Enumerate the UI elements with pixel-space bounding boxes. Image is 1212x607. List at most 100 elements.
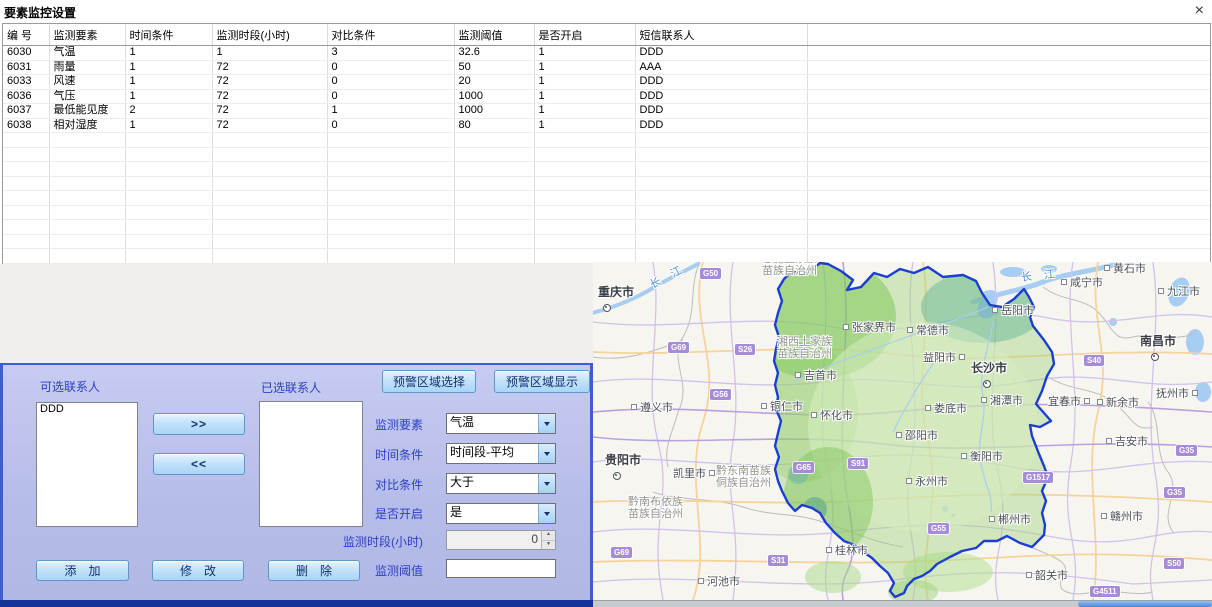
table-row[interactable]: 6038相对湿度1720801DDD: [3, 118, 1210, 133]
empty-table-row: [3, 205, 1210, 220]
table-cell[interactable]: 气温: [49, 46, 125, 61]
column-header[interactable]: 时间条件: [125, 24, 212, 46]
element-select[interactable]: 气温: [446, 413, 556, 434]
available-contacts-list[interactable]: DDD: [36, 402, 138, 527]
table-cell[interactable]: 1: [534, 46, 635, 61]
chevron-down-icon[interactable]: [538, 474, 555, 493]
empty-cell: [635, 191, 807, 206]
warning-area-display-button[interactable]: 预警区域显示: [494, 370, 590, 393]
column-header[interactable]: 是否开启: [534, 24, 635, 46]
table-cell[interactable]: 相对湿度: [49, 118, 125, 133]
table-cell[interactable]: 1: [212, 46, 327, 61]
empty-cell: [327, 205, 454, 220]
table-row[interactable]: 6030气温11332.61DDD: [3, 46, 1210, 61]
table-cell[interactable]: 72: [212, 104, 327, 119]
table-cell[interactable]: 1: [534, 104, 635, 119]
compare-condition-select[interactable]: 大于: [446, 473, 556, 494]
empty-cell: [807, 249, 1210, 264]
empty-table-row: [3, 133, 1210, 148]
table-cell[interactable]: 0: [327, 60, 454, 75]
table-cell[interactable]: 1: [125, 89, 212, 104]
table-cell[interactable]: DDD: [635, 104, 807, 119]
modify-button[interactable]: 修 改: [152, 560, 244, 581]
table-cell[interactable]: 6036: [3, 89, 49, 104]
table-cell[interactable]: 风速: [49, 75, 125, 90]
empty-cell: [125, 220, 212, 235]
table-cell[interactable]: 72: [212, 118, 327, 133]
table-cell[interactable]: DDD: [635, 89, 807, 104]
table-cell[interactable]: 3: [327, 46, 454, 61]
table-cell[interactable]: 6030: [3, 46, 49, 61]
table-cell[interactable]: 20: [454, 75, 534, 90]
table-cell[interactable]: 72: [212, 75, 327, 90]
empty-cell: [635, 205, 807, 220]
table-cell[interactable]: 0: [327, 75, 454, 90]
table-cell[interactable]: 1: [534, 75, 635, 90]
empty-cell: [212, 176, 327, 191]
chevron-down-icon[interactable]: [538, 504, 555, 523]
table-cell[interactable]: 1000: [454, 89, 534, 104]
table-cell[interactable]: 最低能见度: [49, 104, 125, 119]
column-header[interactable]: 监测阈值: [454, 24, 534, 46]
chevron-down-icon[interactable]: [538, 444, 555, 463]
move-right-button[interactable]: >>: [153, 413, 245, 435]
table-cell[interactable]: DDD: [635, 75, 807, 90]
map-horizontal-scrollbar[interactable]: [593, 600, 1212, 607]
table-cell[interactable]: 0: [327, 89, 454, 104]
table-cell[interactable]: 1: [125, 118, 212, 133]
table-cell[interactable]: 72: [212, 89, 327, 104]
warning-area-select-button[interactable]: 预警区域选择: [382, 370, 476, 393]
time-condition-select[interactable]: 时间段-平均: [446, 443, 556, 464]
table-cell[interactable]: 6033: [3, 75, 49, 90]
column-header[interactable]: 对比条件: [327, 24, 454, 46]
table-cell[interactable]: AAA: [635, 60, 807, 75]
selected-contacts-list[interactable]: [259, 401, 363, 527]
map[interactable]: 遵义市铜仁市张家界市吉首市怀化市河池市桂林市邵阳市娄底市永州市郴州市韶关市衡阳市…: [593, 262, 1212, 600]
empty-cell: [635, 176, 807, 191]
table-cell[interactable]: 6038: [3, 118, 49, 133]
table-cell[interactable]: 2: [125, 104, 212, 119]
add-button[interactable]: 添 加: [36, 560, 129, 581]
table-cell-filler: [807, 89, 1210, 104]
table-cell[interactable]: 气压: [49, 89, 125, 104]
table-cell[interactable]: 雨量: [49, 60, 125, 75]
table-cell[interactable]: 1: [534, 89, 635, 104]
chevron-down-icon[interactable]: [538, 414, 555, 433]
move-left-button[interactable]: <<: [153, 453, 245, 475]
table-cell[interactable]: 50: [454, 60, 534, 75]
monitor-table-container: 编 号监测要素时间条件监测时段(小时)对比条件监测阈值是否开启短信联系人6030…: [2, 23, 1211, 265]
table-cell[interactable]: 1: [534, 118, 635, 133]
enabled-select[interactable]: 是: [446, 503, 556, 524]
scrollbar-thumb[interactable]: [1078, 601, 1212, 607]
delete-button[interactable]: 删 除: [268, 560, 360, 581]
table-cell[interactable]: 1000: [454, 104, 534, 119]
table-cell[interactable]: 32.6: [454, 46, 534, 61]
table-cell[interactable]: 1: [327, 104, 454, 119]
empty-cell: [635, 220, 807, 235]
table-cell[interactable]: 6037: [3, 104, 49, 119]
table-cell[interactable]: 6031: [3, 60, 49, 75]
column-header[interactable]: 短信联系人: [635, 24, 807, 46]
table-cell[interactable]: 72: [212, 60, 327, 75]
table-cell[interactable]: 1: [125, 75, 212, 90]
close-icon[interactable]: ×: [1195, 1, 1204, 21]
table-row[interactable]: 6031雨量1720501AAA: [3, 60, 1210, 75]
table-cell[interactable]: 1: [125, 60, 212, 75]
table-cell[interactable]: 1: [534, 60, 635, 75]
column-header[interactable]: 监测要素: [49, 24, 125, 46]
table-cell[interactable]: 80: [454, 118, 534, 133]
empty-cell: [49, 191, 125, 206]
table-cell[interactable]: DDD: [635, 118, 807, 133]
column-header[interactable]: 编 号: [3, 24, 49, 46]
table-cell[interactable]: DDD: [635, 46, 807, 61]
table-row[interactable]: 6033风速1720201DDD: [3, 75, 1210, 90]
table-cell[interactable]: 0: [327, 118, 454, 133]
table-row[interactable]: 6037最低能见度272110001DDD: [3, 104, 1210, 119]
empty-cell: [3, 133, 49, 148]
threshold-input[interactable]: [446, 559, 556, 578]
contact-list-item[interactable]: DDD: [37, 403, 137, 416]
empty-cell: [212, 205, 327, 220]
table-cell[interactable]: 1: [125, 46, 212, 61]
column-header[interactable]: 监测时段(小时): [212, 24, 327, 46]
table-row[interactable]: 6036气压172010001DDD: [3, 89, 1210, 104]
